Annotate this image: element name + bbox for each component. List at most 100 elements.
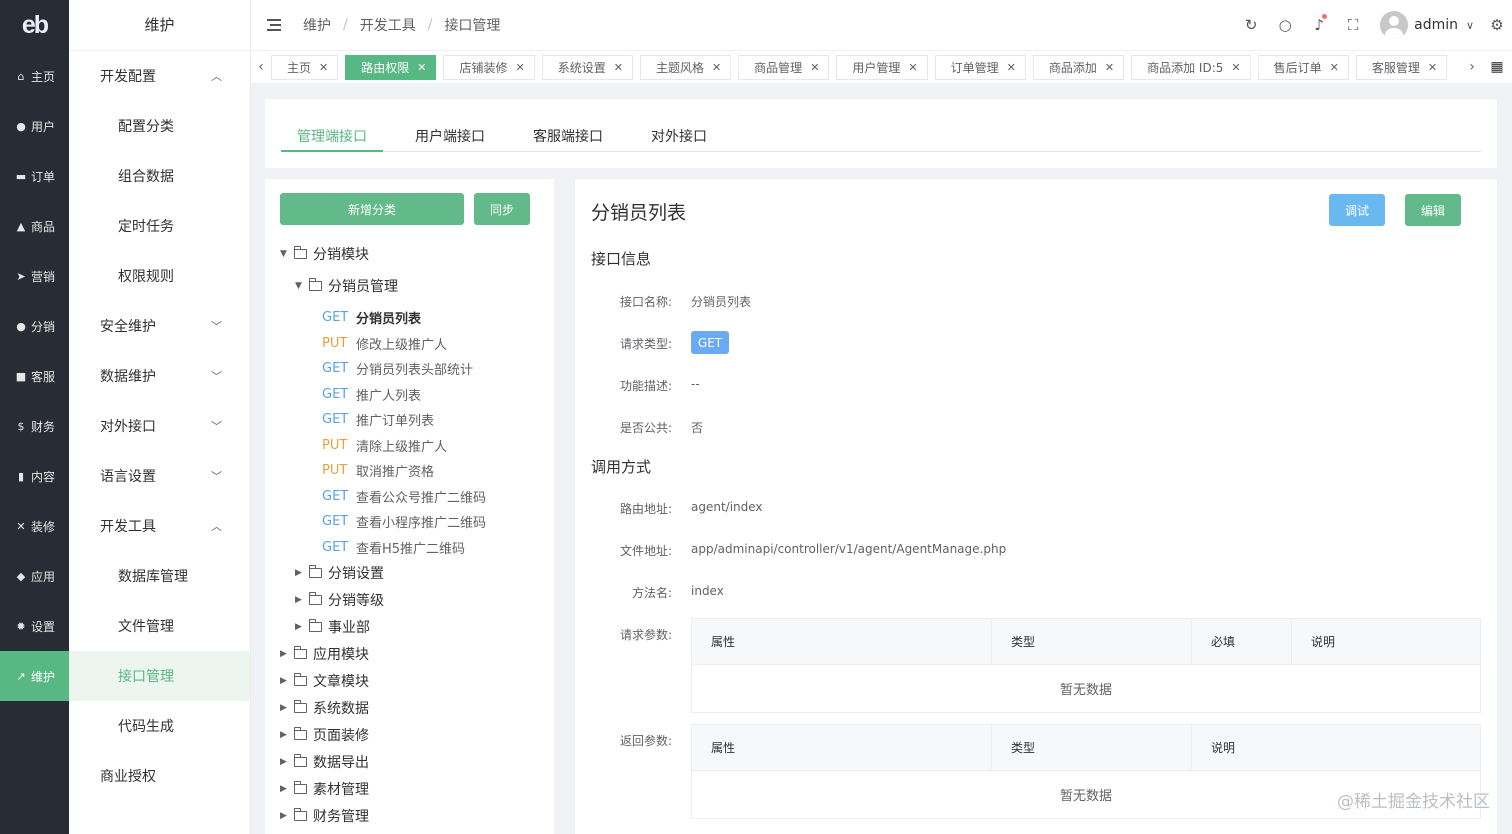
chevron-down-icon[interactable]: ∨ [1458, 19, 1482, 32]
api-item[interactable]: GET 分销员列表头部统计 [322, 359, 473, 378]
tree-folder[interactable]: ▶ 应用模块 [280, 644, 369, 664]
grid-icon[interactable]: ▦ [1482, 59, 1512, 75]
submenu-item[interactable]: 商业授权 [69, 751, 250, 801]
api-item[interactable]: GET 查看公众号推广二维码 [322, 487, 486, 506]
avatar[interactable] [1380, 11, 1409, 39]
caret-right-icon[interactable]: ▶ [295, 568, 309, 578]
rail-item-user[interactable]: ● 用户 [0, 101, 69, 151]
api-item[interactable]: GET 推广人列表 [322, 385, 421, 404]
caret-down-icon[interactable]: ▼ [295, 281, 309, 291]
tree-folder[interactable]: ▶ 数据导出 [280, 752, 369, 772]
sync-button[interactable]: 同步 [474, 193, 530, 225]
caret-right-icon[interactable]: ▶ [280, 676, 294, 686]
api-item[interactable]: GET 推广订单列表 [322, 410, 434, 429]
caret-down-icon[interactable]: ▼ [280, 249, 294, 259]
api-item[interactable]: PUT 清除上级推广人 [322, 436, 447, 455]
close-icon[interactable]: ✕ [712, 61, 721, 74]
refresh-icon[interactable]: ↻ [1234, 16, 1268, 34]
rail-item-home[interactable]: ⌂ 主页 [0, 51, 69, 101]
chevron-left-icon[interactable]: ‹ [251, 59, 271, 75]
rail-item-book[interactable]: ▮ 内容 [0, 451, 69, 501]
close-icon[interactable]: ✕ [515, 61, 524, 74]
close-icon[interactable]: ✕ [1007, 61, 1016, 74]
submenu-item[interactable]: 权限规则 [69, 251, 250, 301]
close-icon[interactable]: ✕ [908, 61, 917, 74]
page-tab[interactable]: 客服管理 ✕ [1355, 54, 1448, 80]
submenu-item[interactable]: 配置分类 [69, 101, 250, 151]
settings-icon[interactable]: ⚙ [1482, 16, 1512, 34]
tree-folder[interactable]: ▶ 文章模块 [280, 671, 369, 691]
fullscreen-icon[interactable]: ⛶ [1336, 16, 1370, 34]
bell-icon[interactable]: ♪ [1302, 14, 1336, 34]
submenu-item[interactable]: 文件管理 [69, 601, 250, 651]
tree-folder[interactable]: ▶ 系统数据 [280, 698, 369, 718]
caret-right-icon[interactable]: ▶ [295, 622, 309, 632]
add-category-button[interactable]: 新增分类 [280, 193, 464, 225]
tab-service-api[interactable]: 客服端接口 [533, 126, 603, 146]
page-tab[interactable]: 主题风格 ✕ [639, 54, 732, 80]
close-icon[interactable]: ✕ [1231, 61, 1240, 74]
page-tab[interactable]: 系统设置 ✕ [541, 54, 633, 80]
close-icon[interactable]: ✕ [1428, 61, 1437, 74]
tree-folder[interactable]: ▶ 页面装修 [280, 725, 369, 745]
search-icon[interactable]: ○ [1268, 16, 1302, 34]
close-icon[interactable]: ✕ [1105, 61, 1114, 74]
close-icon[interactable]: ✕ [319, 61, 328, 74]
rail-item-group[interactable]: ● 分销 [0, 301, 69, 351]
debug-button[interactable]: 调试 [1329, 194, 1385, 226]
submenu-item[interactable]: 语言设置 ﹀ [69, 451, 250, 501]
page-tab[interactable]: 主页 ✕ [271, 54, 339, 80]
caret-right-icon[interactable]: ▶ [280, 730, 294, 740]
submenu-item[interactable]: 代码生成 [69, 701, 250, 751]
rail-item-chat[interactable]: ■ 客服 [0, 351, 69, 401]
page-tab[interactable]: 售后订单 ✕ [1257, 54, 1349, 80]
close-icon[interactable]: ✕ [417, 61, 426, 74]
close-icon[interactable]: ✕ [614, 61, 623, 74]
close-icon[interactable]: ✕ [810, 61, 819, 74]
rail-item-bag[interactable]: ▲ 商品 [0, 201, 69, 251]
chevron-right-icon[interactable]: › [1462, 59, 1482, 75]
close-icon[interactable]: ✕ [1330, 61, 1339, 74]
api-item[interactable]: GET 分销员列表 [322, 308, 421, 327]
api-item[interactable]: GET 查看H5推广二维码 [322, 538, 465, 557]
caret-right-icon[interactable]: ▶ [280, 811, 294, 821]
tree-folder[interactable]: ▶ 分销等级 [295, 590, 384, 610]
submenu-item[interactable]: 开发配置 ︿ [69, 51, 250, 101]
page-tab[interactable]: 商品添加 ID:5 ✕ [1131, 54, 1251, 80]
rail-item-wrench[interactable]: ↗ 维护 [0, 651, 69, 701]
submenu-item[interactable]: 对外接口 ﹀ [69, 401, 250, 451]
submenu-item[interactable]: 数据维护 ﹀ [69, 351, 250, 401]
tree-folder[interactable]: ▼ 分销员管理 [295, 276, 398, 296]
rail-item-send[interactable]: ➤ 营销 [0, 251, 69, 301]
breadcrumb-item[interactable]: 开发工具 [360, 15, 416, 35]
rail-item-dollar[interactable]: $ 财务 [0, 401, 69, 451]
menu-toggle-icon[interactable] [267, 19, 281, 31]
api-item[interactable]: PUT 修改上级推广人 [322, 334, 447, 353]
page-tab[interactable]: 订单管理 ✕ [934, 54, 1026, 80]
username[interactable]: admin [1414, 17, 1458, 33]
page-tab[interactable]: 用户管理 ✕ [836, 54, 928, 80]
caret-right-icon[interactable]: ▶ [280, 784, 294, 794]
caret-right-icon[interactable]: ▶ [280, 649, 294, 659]
rail-item-cart[interactable]: ▬ 订单 [0, 151, 69, 201]
rail-item-tools[interactable]: ✕ 装修 [0, 501, 69, 551]
tab-admin-api[interactable]: 管理端接口 [297, 126, 367, 146]
rail-item-cube[interactable]: ◆ 应用 [0, 551, 69, 601]
caret-right-icon[interactable]: ▶ [295, 595, 309, 605]
submenu-item[interactable]: 数据库管理 [69, 551, 250, 601]
edit-button[interactable]: 编辑 [1405, 194, 1461, 226]
submenu-item[interactable]: 开发工具 ︿ [69, 501, 250, 551]
page-tab[interactable]: 商品管理 ✕ [738, 54, 830, 80]
tree-folder[interactable]: ▶ 素材管理 [280, 779, 369, 799]
submenu-item[interactable]: 安全维护 ﹀ [69, 301, 250, 351]
tab-user-api[interactable]: 用户端接口 [415, 126, 485, 146]
submenu-item[interactable]: 组合数据 [69, 151, 250, 201]
tree-folder[interactable]: ▶ 事业部 [295, 617, 370, 637]
caret-right-icon[interactable]: ▶ [280, 757, 294, 767]
api-item[interactable]: PUT 取消推广资格 [322, 461, 434, 480]
rail-item-gear[interactable]: ✹ 设置 [0, 601, 69, 651]
submenu-item[interactable]: 接口管理 [69, 651, 250, 701]
submenu-item[interactable]: 定时任务 [69, 201, 250, 251]
api-item[interactable]: GET 查看小程序推广二维码 [322, 512, 486, 531]
tree-folder[interactable]: ▼ 分销模块 [280, 244, 369, 264]
